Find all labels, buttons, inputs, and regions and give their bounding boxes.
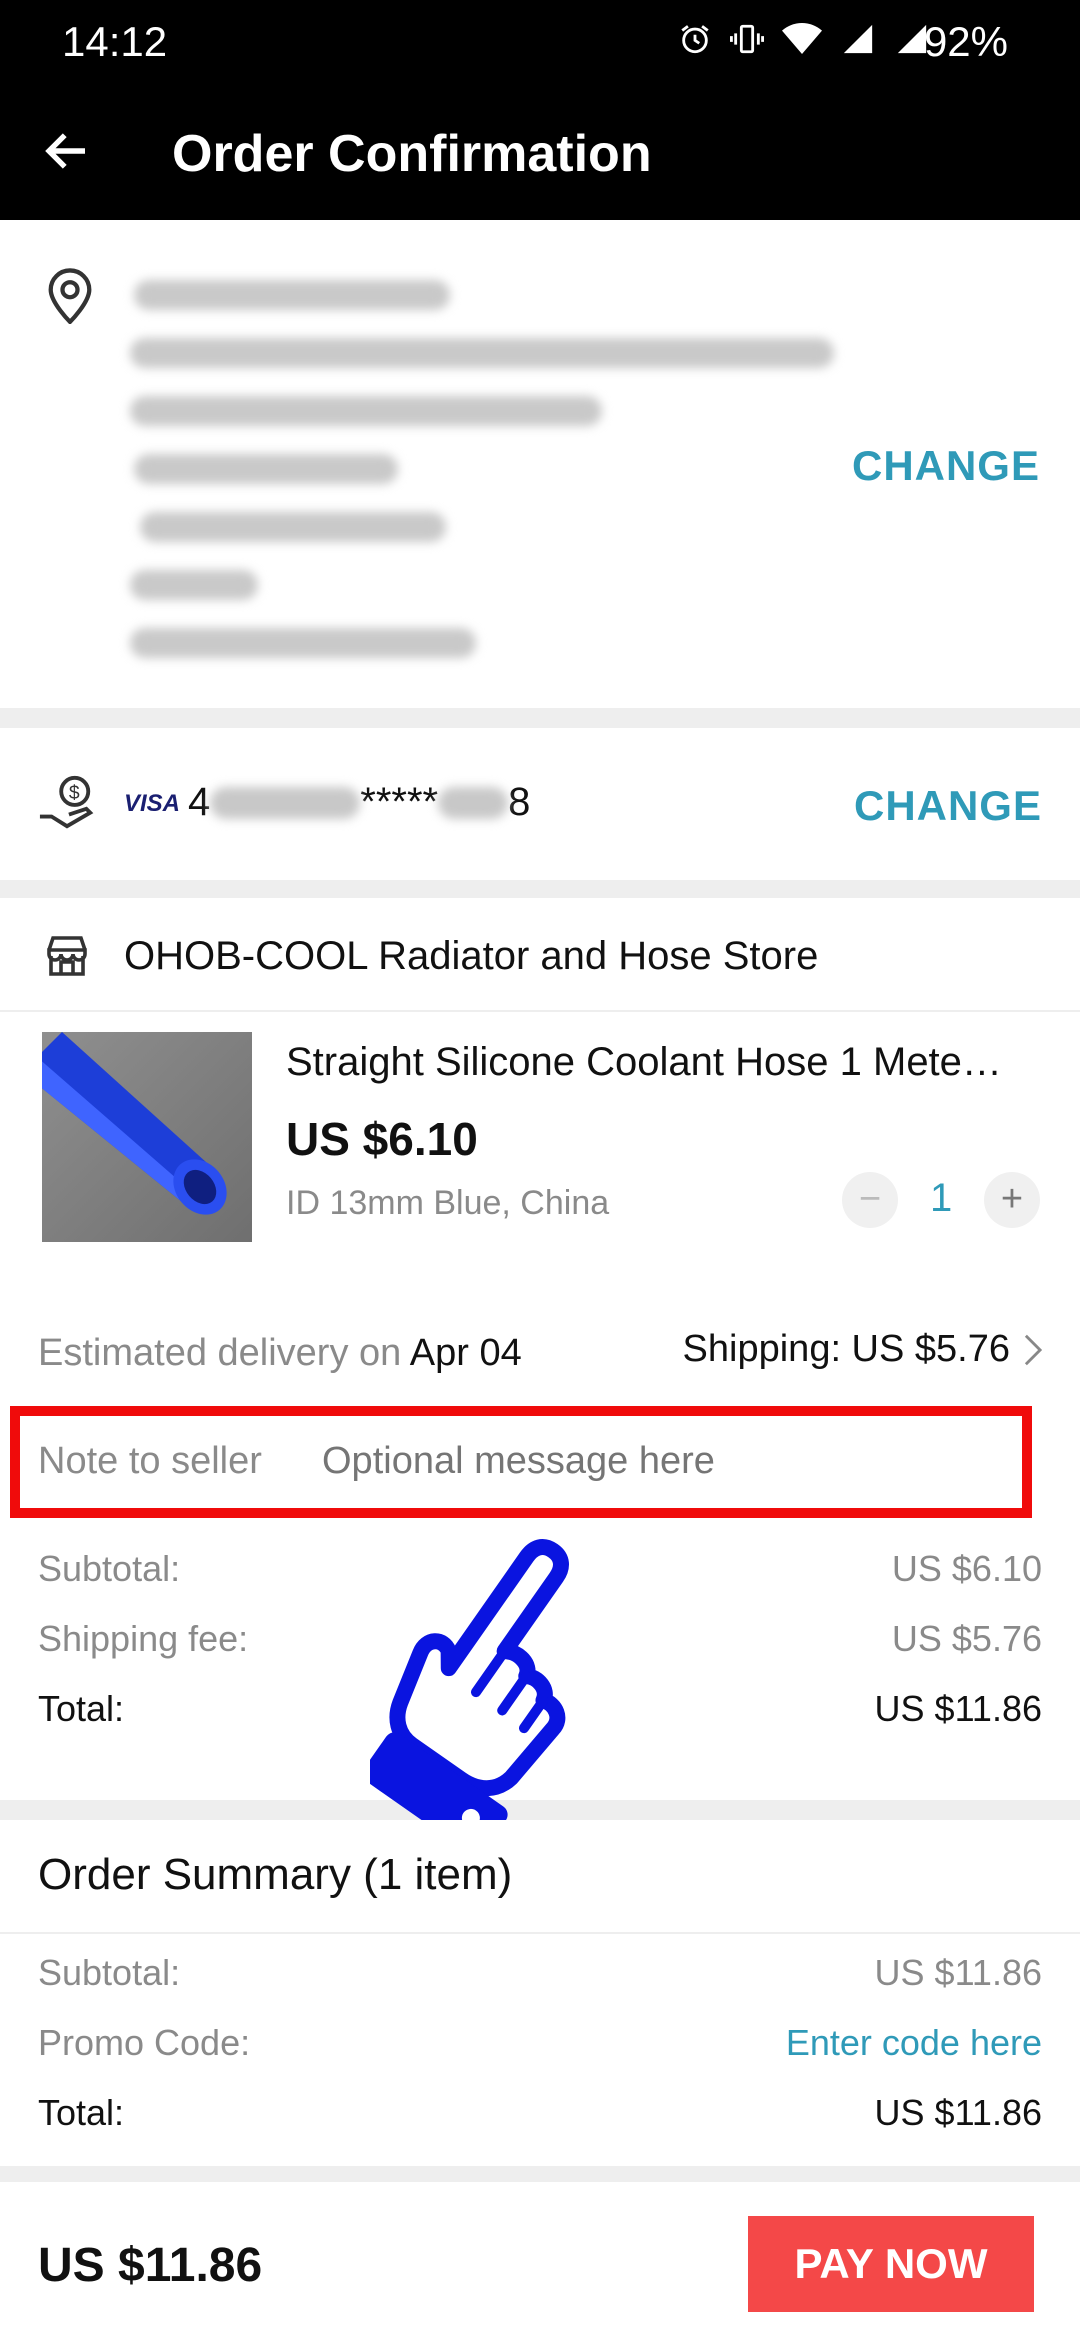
pointing-hand-icon [370,1539,569,1824]
app-bar: Order Confirmation [0,84,1080,220]
status-time: 14:12 [62,18,168,65]
change-address-button[interactable]: CHANGE [852,442,1040,490]
store-name[interactable]: OHOB-COOL Radiator and Hose Store [124,934,818,979]
product-image[interactable] [42,1032,252,1242]
status-icons [678,22,930,56]
store-shipping-value: US $5.76 [891,1618,1042,1659]
shipping-option-label: Shipping: US $5.76 [682,1328,1010,1370]
card-number-last: 8 [508,780,531,824]
store-total-value: US $11.86 [874,1688,1042,1729]
payment-card: $ VISA 4 ***** 8 CHANGE [0,728,1080,880]
address-redacted-line [130,570,258,600]
product-variant: ID 13mm Blue, China [286,1184,610,1222]
svg-text:$: $ [69,783,80,804]
estimated-delivery-date: Apr 04 [409,1332,522,1374]
footer-total: US $11.86 [38,2239,263,2292]
divider [0,1932,1080,1934]
note-highlight-box [10,1406,1032,1518]
card-number-mask: ***** [360,780,439,824]
product-price: US $6.10 [286,1113,478,1165]
pay-now-button[interactable]: PAY NOW [748,2216,1034,2312]
vibrate-icon [730,24,764,54]
back-arrow-icon[interactable] [40,124,94,178]
card-number-first: 4 [188,780,211,824]
shipping-option[interactable]: Shipping: US $5.76 [683,1328,1042,1371]
promo-code-label: Promo Code: [38,2022,251,2063]
page-title: Order Confirmation [172,125,652,183]
card-number: 4 ***** 8 [188,780,530,825]
summary-subtotal-row: Subtotal: US $11.86 [38,1952,1042,1994]
address-redacted-line [130,628,476,658]
quantity-decrease-button[interactable]: − [842,1172,898,1228]
summary-promo-row: Promo Code: Enter code here [38,2022,1042,2064]
store-shipping-label: Shipping fee: [38,1618,249,1659]
battery-level: 92% [923,18,1008,65]
wifi-icon [782,23,822,54]
store-icon [47,936,87,976]
quantity-value: 1 [930,1176,953,1220]
visa-logo: VISA [124,790,181,817]
address-redacted-line [130,396,602,426]
address-redacted-line [130,338,834,368]
signal-icon [843,24,873,54]
change-payment-button[interactable]: CHANGE [854,782,1042,830]
summary-total-value: US $11.86 [874,2092,1042,2133]
quantity-increase-button[interactable]: + [984,1172,1040,1228]
address-redacted-line [140,512,446,542]
card-number-redacted [210,786,361,819]
summary-total-label: Total: [38,2092,125,2133]
summary-subtotal-label: Subtotal: [38,1952,181,1993]
estimated-delivery-label: Estimated delivery on [38,1332,402,1374]
alarm-icon [681,25,709,54]
address-card: CHANGE [0,220,1080,708]
order-summary-card: Order Summary (1 item) Subtotal: US $11.… [0,1820,1080,2166]
divider [0,1010,1080,1012]
store-total-label: Total: [38,1688,125,1729]
order-summary-title: Order Summary (1 item) [38,1850,513,1899]
summary-total-row: Total: US $11.86 [38,2092,1042,2134]
address-redacted-line [134,454,398,484]
card-number-redacted [438,786,509,819]
estimated-delivery: Estimated delivery on Apr 04 [38,1332,522,1375]
status-bar: 14:12 92% [0,0,1080,84]
product-title[interactable]: Straight Silicone Coolant Hose 1 Mete… [286,1040,1046,1085]
store-subtotal-value: US $6.10 [891,1548,1042,1589]
summary-subtotal-value: US $11.86 [874,1952,1042,1993]
store-subtotal-label: Subtotal: [38,1548,181,1589]
location-pin-icon [48,268,92,324]
enter-promo-code-link[interactable]: Enter code here [786,2022,1042,2064]
address-redacted-name [134,280,450,310]
payment-hand-icon: $ [39,775,94,829]
chevron-right-icon [1024,1334,1042,1365]
